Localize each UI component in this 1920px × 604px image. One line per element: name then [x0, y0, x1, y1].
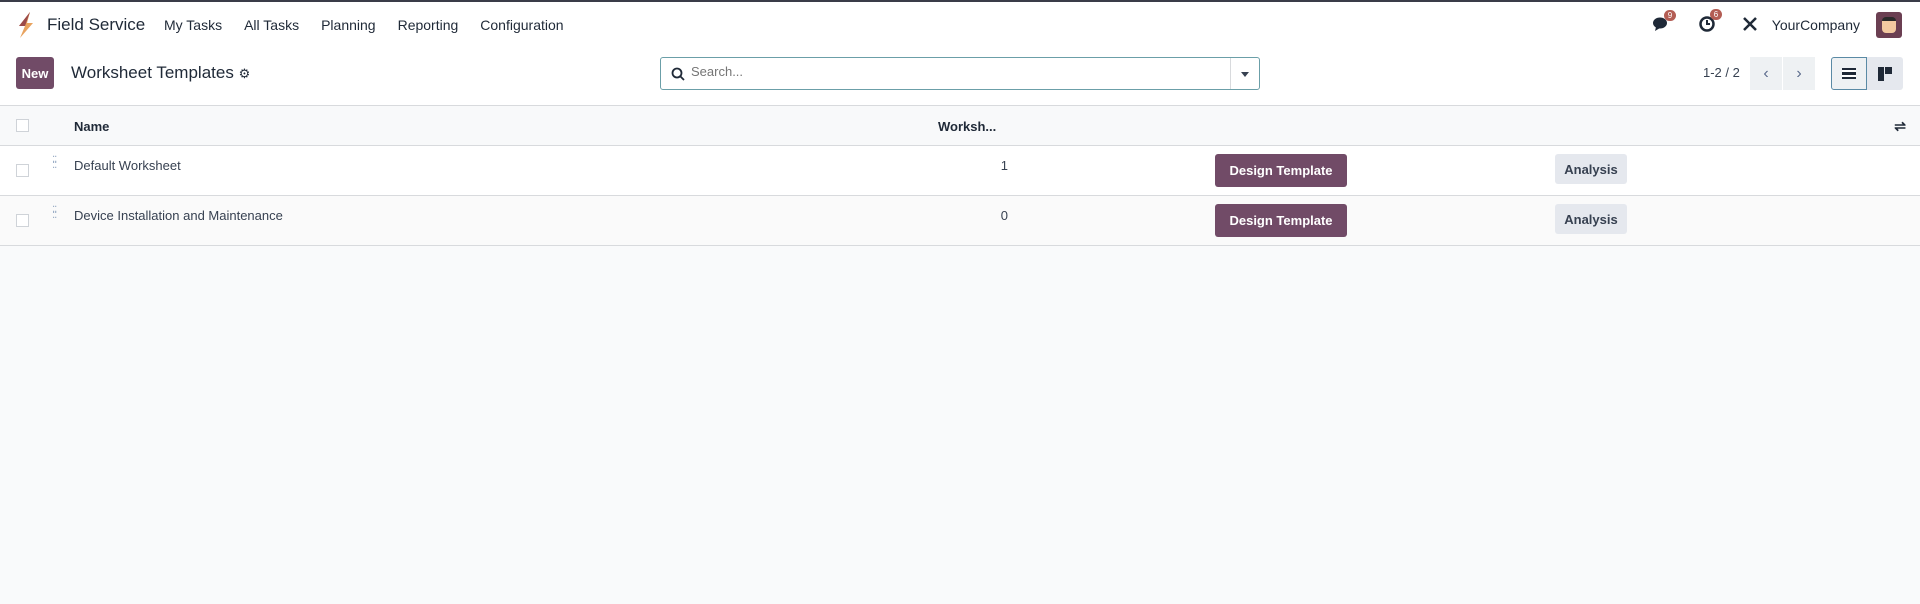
row-name: Device Installation and Maintenance: [74, 208, 283, 223]
table-row[interactable]: ⁚⁚ ⁚⁚ Device Installation and Maintenance…: [0, 196, 1920, 246]
list-table: Name Worksh... ⇌ ⁚⁚ ⁚⁚ Default Worksheet …: [0, 106, 1920, 246]
menu-all-tasks[interactable]: All Tasks: [244, 17, 299, 33]
control-panel: New Worksheet Templates ⚙ 1-2 / 2 ‹›: [0, 48, 1920, 106]
app-name[interactable]: Field Service: [47, 15, 145, 35]
design-template-button[interactable]: Design Template: [1215, 154, 1347, 187]
menu-planning[interactable]: Planning: [321, 17, 376, 33]
table-row[interactable]: ⁚⁚ ⁚⁚ Default Worksheet 1 Design Template…: [0, 146, 1920, 196]
new-button[interactable]: New: [16, 57, 54, 89]
search-options-toggle[interactable]: [1230, 58, 1259, 89]
design-template-button[interactable]: Design Template: [1215, 204, 1347, 237]
caret-down-icon: [1241, 71, 1249, 81]
search-icon: [671, 67, 685, 81]
row-checkbox[interactable]: [16, 164, 29, 177]
debug-tools-icon[interactable]: [1742, 16, 1758, 35]
column-header-name[interactable]: Name: [74, 119, 109, 134]
row-worksheet-count: 0: [1000, 208, 1008, 223]
kanban-view-button[interactable]: [1867, 57, 1903, 90]
activities-badge: 6: [1709, 8, 1723, 20]
menu-my-tasks[interactable]: My Tasks: [164, 17, 222, 33]
search-bar: [660, 57, 1260, 90]
activities-button[interactable]: 6: [1698, 8, 1723, 36]
systray: 9 6 YourCompany: [1652, 8, 1920, 40]
menu-configuration[interactable]: Configuration: [480, 17, 563, 33]
gear-icon[interactable]: ⚙: [239, 66, 251, 81]
top-navbar: Field Service My Tasks All Tasks Plannin…: [0, 2, 1920, 48]
pager-next-button[interactable]: ›: [1783, 57, 1815, 90]
drag-handle-icon[interactable]: ⁚⁚ ⁚⁚: [52, 206, 60, 221]
optional-columns-icon[interactable]: ⇌: [1894, 118, 1906, 135]
kanban-icon: [1878, 66, 1892, 81]
user-avatar[interactable]: [1876, 12, 1902, 38]
select-all-checkbox[interactable]: [16, 119, 29, 132]
analysis-button[interactable]: Analysis: [1555, 154, 1627, 184]
breadcrumb: Worksheet Templates: [71, 63, 234, 82]
pager-value[interactable]: 1-2 / 2: [1703, 65, 1740, 80]
messages-badge: 9: [1663, 9, 1677, 21]
search-input[interactable]: [691, 64, 1211, 79]
main-menu: My Tasks All Tasks Planning Reporting Co…: [164, 17, 564, 33]
pager-previous-button[interactable]: ‹: [1750, 57, 1782, 90]
list-icon: [1842, 68, 1856, 79]
page-title: Worksheet Templates ⚙: [71, 63, 250, 83]
menu-reporting[interactable]: Reporting: [398, 17, 459, 33]
drag-handle-icon[interactable]: ⁚⁚ ⁚⁚: [52, 156, 60, 171]
company-switcher[interactable]: YourCompany: [1772, 17, 1860, 33]
field-service-logo-icon[interactable]: [16, 12, 36, 41]
analysis-button[interactable]: Analysis: [1555, 204, 1627, 234]
row-worksheet-count: 1: [1000, 158, 1008, 173]
row-checkbox[interactable]: [16, 214, 29, 227]
messages-button[interactable]: 9: [1652, 9, 1677, 35]
list-view-button[interactable]: [1831, 57, 1867, 90]
table-header: Name Worksh... ⇌: [0, 106, 1920, 146]
column-header-worksheets[interactable]: Worksh...: [938, 119, 996, 134]
row-name: Default Worksheet: [74, 158, 181, 173]
